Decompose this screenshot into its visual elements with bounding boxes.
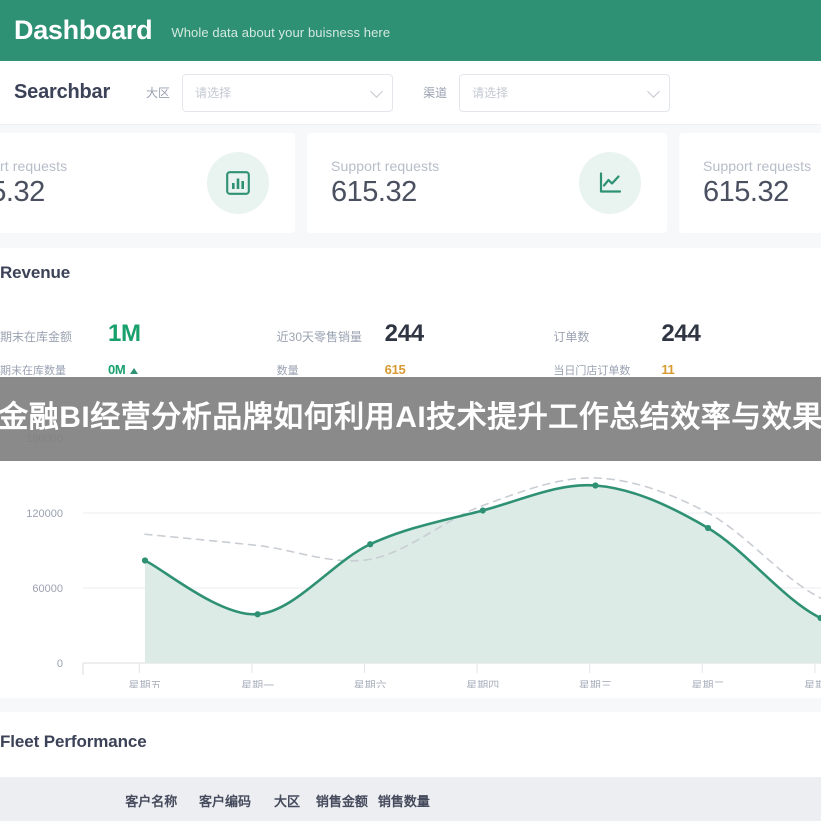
region-select-placeholder: 请选择 xyxy=(195,86,232,100)
stat-card-label: Support requests xyxy=(0,157,68,174)
fleet-performance-title: Fleet Performance xyxy=(0,732,147,751)
searchbar: Searchbar 大区 请选择 渠道 请选择 xyxy=(0,61,821,125)
chart-x-tick-label: 星期六 xyxy=(354,679,387,688)
stat-card-text: Support requests 615.32 xyxy=(331,158,439,209)
stat-card[interactable]: Support requests 615.32 xyxy=(307,133,667,233)
metric-name: 期末在库金额 xyxy=(0,330,73,344)
metric-value: 615 xyxy=(384,362,406,377)
line-chart-icon xyxy=(579,152,641,214)
metric-name: 订单数 xyxy=(553,330,590,344)
stat-card-label: Support requests xyxy=(703,157,812,174)
metric-primary: 订单数 244 xyxy=(553,320,821,362)
chart-y-tick-label: 60000 xyxy=(32,583,63,595)
filter-label-region: 大区 xyxy=(146,86,171,100)
chart-y-tick-label: 0 xyxy=(57,658,63,670)
metric-name: 期末在库数量 xyxy=(0,365,66,377)
metric-primary: 近30天零售销量 244 xyxy=(277,320,554,362)
stat-card-value: 615.32 xyxy=(0,175,45,208)
chart-x-tick-label: 星期五 xyxy=(129,679,162,688)
revenue-title: Revenue xyxy=(0,263,71,282)
chart-x-tick-label: 星期一 xyxy=(241,679,274,688)
chart-x-tick-label: 星期四 xyxy=(466,679,499,688)
metric-name: 近30天零售销量 xyxy=(276,330,363,344)
chart-data-point xyxy=(592,482,599,489)
filter-group-region: 大区 请选择 xyxy=(146,73,394,112)
stat-card[interactable]: Support requests 615.32 xyxy=(679,133,821,233)
bar-chart-icon xyxy=(207,152,269,214)
channel-select-placeholder: 请选择 xyxy=(472,86,509,100)
table-column-header: 销售数量 xyxy=(377,793,430,809)
chevron-down-icon xyxy=(370,84,383,98)
stat-cards-row: Support requests 615.32 Support requests… xyxy=(0,133,821,233)
metric-value: 244 xyxy=(384,320,424,347)
table-header-row: 客户名称 客户编码 大区 销售金额 销售数量 xyxy=(0,777,821,821)
chart-x-tick-label: 星期三 xyxy=(579,679,612,688)
overlay-banner-text: 金融BI经营分析品牌如何利用AI技术提升工作总结效率与效果 xyxy=(0,401,821,434)
fleet-performance-panel: Fleet Performance 客户名称 客户编码 大区 销售金额 销售数量 xyxy=(0,712,821,821)
metric-value: 0M xyxy=(108,362,126,377)
table-column-header: 客户名称 xyxy=(125,793,178,809)
metric-name: 当日门店订单数 xyxy=(553,365,631,377)
chart-data-point xyxy=(141,557,149,564)
revenue-panel: Revenue 期末在库金额 1M 期末在库数量 0M 近30天零售销量 244 xyxy=(0,248,821,698)
stat-card-text: Support requests 615.32 xyxy=(703,158,811,209)
stat-card-text: Support requests 615.32 xyxy=(0,158,67,209)
filter-label-channel: 渠道 xyxy=(423,86,448,100)
searchbar-title: Searchbar xyxy=(14,81,111,103)
channel-select[interactable]: 请选择 xyxy=(459,73,671,112)
stat-card-value: 615.32 xyxy=(703,175,789,208)
metric-value: 11 xyxy=(661,362,675,377)
table-column-header: 客户编码 xyxy=(198,793,251,809)
stat-card-value: 615.32 xyxy=(331,175,417,208)
metric-primary: 期末在库金额 1M xyxy=(0,320,277,362)
metric-value: 244 xyxy=(661,320,701,347)
stat-card-label: Support requests xyxy=(331,157,440,174)
chart-data-point xyxy=(254,611,261,618)
page-title: Dashboard xyxy=(14,15,153,45)
table-column-header: 销售金额 xyxy=(315,793,368,809)
dashboard-page: Dashboard Whole data about your buisness… xyxy=(0,0,821,821)
chart-x-tick-label: 星期二 xyxy=(692,679,725,688)
filter-group-channel: 渠道 请选择 xyxy=(423,73,671,112)
chart-data-point xyxy=(704,524,712,532)
trend-up-icon xyxy=(130,368,139,374)
stat-card[interactable]: Support requests 615.32 xyxy=(0,133,295,233)
table-column-header: 大区 xyxy=(273,793,300,809)
app-header: Dashboard Whole data about your buisness… xyxy=(0,0,821,61)
metric-value: 1M xyxy=(108,320,141,347)
region-select[interactable]: 请选择 xyxy=(182,73,394,112)
chart-y-tick-label: 120000 xyxy=(26,508,63,520)
chart-x-tick-label: 星期日 xyxy=(804,679,821,688)
metric-name: 数量 xyxy=(276,365,299,377)
chart-data-point xyxy=(367,541,374,548)
chart-data-point xyxy=(479,507,486,514)
chevron-down-icon xyxy=(647,84,660,98)
page-subtitle: Whole data about your buisness here xyxy=(171,25,391,40)
